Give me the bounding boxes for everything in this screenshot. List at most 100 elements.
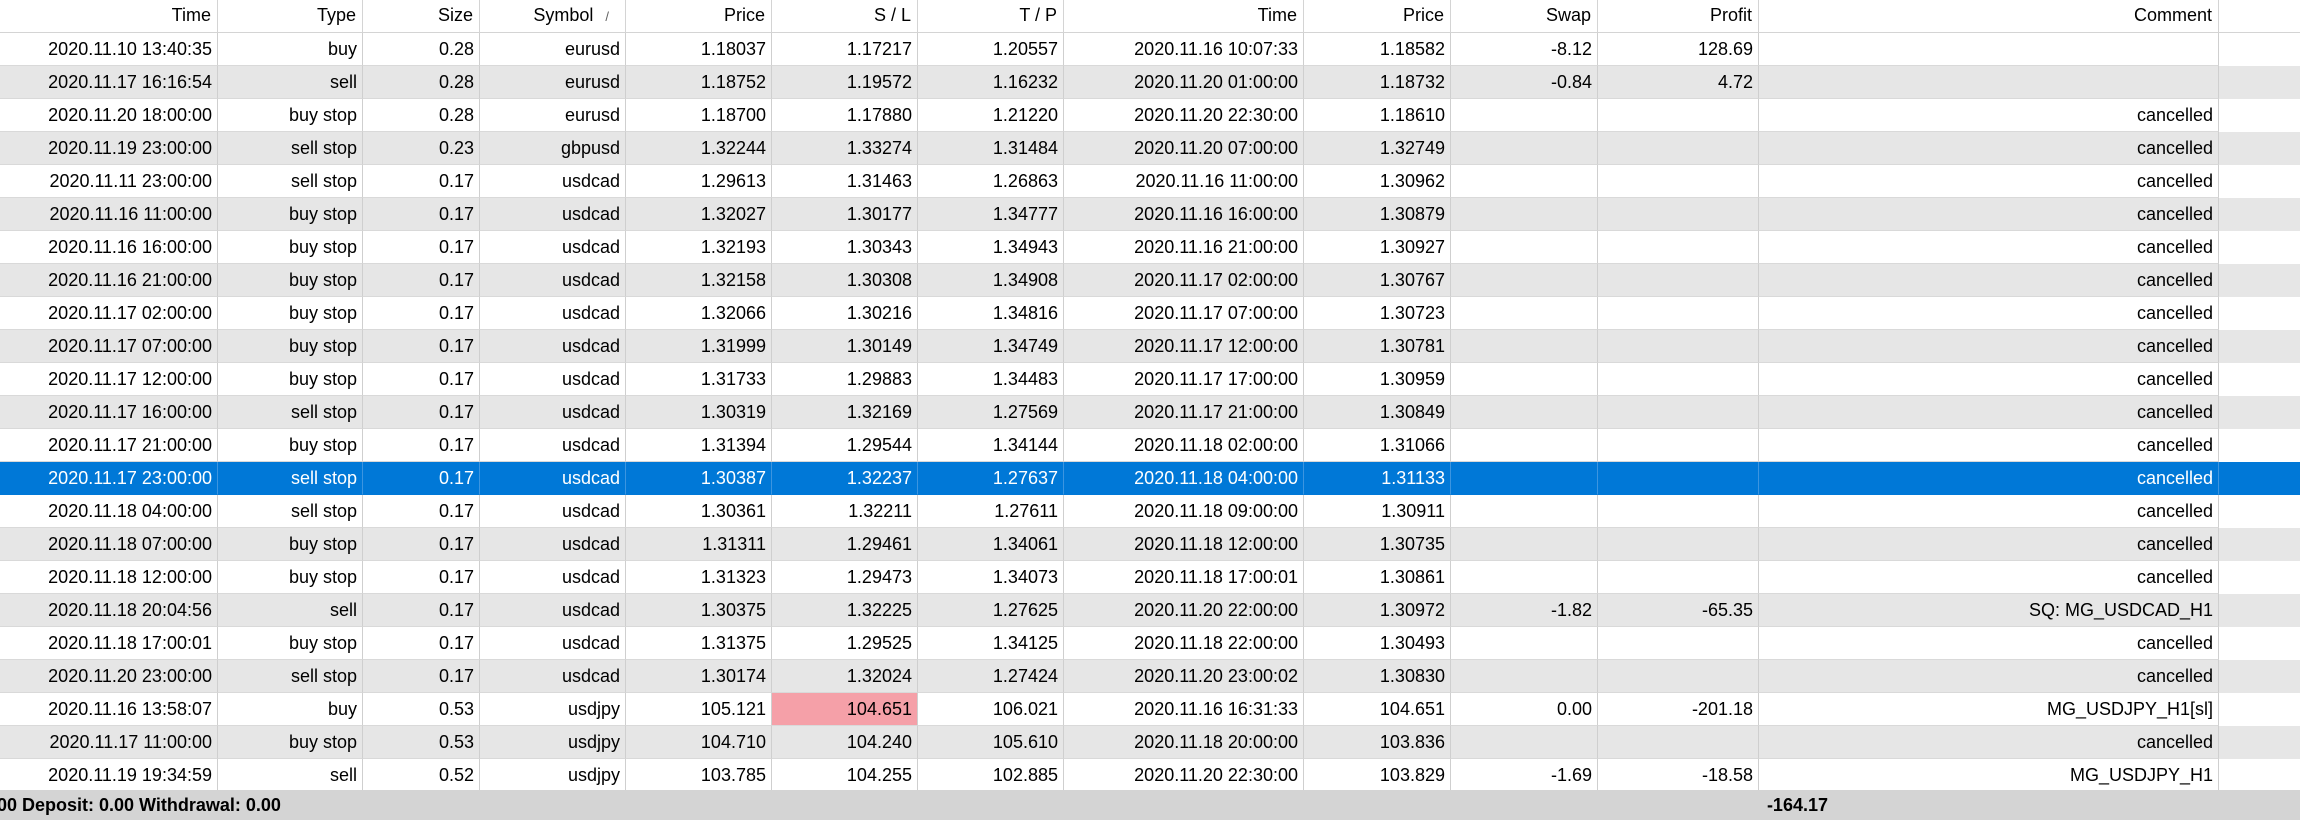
cell-size: 0.17 bbox=[363, 330, 480, 363]
cell-open-time: 2020.11.10 13:40:35 bbox=[0, 33, 218, 66]
trade-history-table[interactable]: Time Type Size Symbol / Price S / L T / P Time Pr… bbox=[0, 0, 2300, 820]
cell-take-profit: 1.34073 bbox=[918, 561, 1064, 594]
cell-profit bbox=[1598, 231, 1759, 264]
cell-symbol: usdcad bbox=[480, 429, 626, 462]
table-row[interactable]: 2020.11.10 13:40:35 buy 0.28 eurusd 1.18037 1… bbox=[0, 33, 2300, 66]
cell-swap bbox=[1451, 528, 1598, 561]
cell-open-price: 1.32066 bbox=[626, 297, 772, 330]
table-row[interactable]: 2020.11.18 07:00:00 buy stop 0.17 usdcad 1.3… bbox=[0, 528, 2300, 561]
column-header-close-time[interactable]: Time bbox=[1064, 0, 1304, 32]
column-header-label: S / L bbox=[873, 5, 911, 25]
cell-open-price: 1.29613 bbox=[626, 165, 772, 198]
column-header-stop-loss[interactable]: S / L bbox=[772, 0, 918, 32]
cell-comment: cancelled bbox=[1759, 330, 2219, 363]
table-row[interactable]: 2020.11.18 17:00:01 buy stop 0.17 usdcad 1.3… bbox=[0, 627, 2300, 660]
column-header-type[interactable]: Type bbox=[218, 0, 363, 32]
column-header-open-time[interactable]: Time bbox=[0, 0, 218, 32]
cell-type: buy stop bbox=[218, 726, 363, 759]
cell-open-price: 1.18700 bbox=[626, 99, 772, 132]
column-header-size[interactable]: Size bbox=[363, 0, 480, 32]
table-row[interactable]: 2020.11.20 23:00:00 sell stop 0.17 usdcad 1.… bbox=[0, 660, 2300, 693]
table-row[interactable]: 2020.11.17 16:16:54 sell 0.28 eurusd 1.18752… bbox=[0, 66, 2300, 99]
cell-take-profit: 1.20557 bbox=[918, 33, 1064, 66]
cell-take-profit: 1.34483 bbox=[918, 363, 1064, 396]
cell-comment: MG_USDJPY_H1[sl] bbox=[1759, 693, 2219, 726]
column-header-profit[interactable]: Profit bbox=[1598, 0, 1759, 32]
cell-close-time: 2020.11.18 20:00:00 bbox=[1064, 726, 1304, 759]
cell-profit bbox=[1598, 297, 1759, 330]
cell-take-profit: 1.27424 bbox=[918, 660, 1064, 693]
cell-close-price: 1.18732 bbox=[1304, 66, 1451, 99]
table-row[interactable]: 2020.11.16 21:00:00 buy stop 0.17 usdcad 1.3… bbox=[0, 264, 2300, 297]
cell-size: 0.52 bbox=[363, 759, 480, 792]
table-row[interactable]: 2020.11.19 23:00:00 sell stop 0.23 gbpusd 1.… bbox=[0, 132, 2300, 165]
cell-take-profit: 1.27611 bbox=[918, 495, 1064, 528]
table-row-selected[interactable]: 2020.11.17 23:00:00 sell stop 0.17 usdcad 1.… bbox=[0, 462, 2300, 495]
cell-close-price: 1.30849 bbox=[1304, 396, 1451, 429]
cell-comment: cancelled bbox=[1759, 297, 2219, 330]
cell-open-price: 1.31311 bbox=[626, 528, 772, 561]
column-header-symbol[interactable]: Symbol / bbox=[480, 0, 626, 32]
cell-close-time: 2020.11.16 16:31:33 bbox=[1064, 693, 1304, 726]
cell-size: 0.23 bbox=[363, 132, 480, 165]
cell-stop-loss: 1.29473 bbox=[772, 561, 918, 594]
cell-type: sell bbox=[218, 759, 363, 792]
cell-stop-loss: 1.31463 bbox=[772, 165, 918, 198]
cell-profit bbox=[1598, 396, 1759, 429]
table-row[interactable]: 2020.11.16 16:00:00 buy stop 0.17 usdcad 1.3… bbox=[0, 231, 2300, 264]
cell-size: 0.28 bbox=[363, 66, 480, 99]
cell-comment: cancelled bbox=[1759, 528, 2219, 561]
cell-type: sell stop bbox=[218, 660, 363, 693]
cell-profit: -65.35 bbox=[1598, 594, 1759, 627]
cell-type: buy stop bbox=[218, 99, 363, 132]
cell-open-time: 2020.11.18 17:00:01 bbox=[0, 627, 218, 660]
cell-swap bbox=[1451, 330, 1598, 363]
table-row[interactable]: 2020.11.19 19:34:59 sell 0.52 usdjpy 103.785… bbox=[0, 759, 2300, 792]
column-header-close-price[interactable]: Price bbox=[1304, 0, 1451, 32]
table-row[interactable]: 2020.11.20 18:00:00 buy stop 0.28 eurusd 1.1… bbox=[0, 99, 2300, 132]
cell-symbol: usdcad bbox=[480, 165, 626, 198]
cell-stop-loss: 1.33274 bbox=[772, 132, 918, 165]
table-row[interactable]: 2020.11.11 23:00:00 sell stop 0.17 usdcad 1.… bbox=[0, 165, 2300, 198]
column-header-label: Symbol bbox=[533, 5, 594, 25]
cell-open-time: 2020.11.18 04:00:00 bbox=[0, 495, 218, 528]
column-header-comment[interactable]: Comment bbox=[1759, 0, 2219, 32]
table-row[interactable]: 2020.11.17 07:00:00 buy stop 0.17 usdcad 1.3… bbox=[0, 330, 2300, 363]
table-row[interactable]: 2020.11.16 13:58:07 buy 0.53 usdjpy 105.121 1… bbox=[0, 693, 2300, 726]
cell-close-time: 2020.11.17 02:00:00 bbox=[1064, 264, 1304, 297]
column-header-open-price[interactable]: Price bbox=[626, 0, 772, 32]
table-row[interactable]: 2020.11.18 20:04:56 sell 0.17 usdcad 1.30375… bbox=[0, 594, 2300, 627]
column-header-take-profit[interactable]: T / P bbox=[918, 0, 1064, 32]
cell-swap bbox=[1451, 627, 1598, 660]
cell-open-time: 2020.11.17 23:00:00 bbox=[0, 462, 218, 495]
table-row[interactable]: 2020.11.17 21:00:00 buy stop 0.17 usdcad 1.3… bbox=[0, 429, 2300, 462]
cell-size: 0.53 bbox=[363, 693, 480, 726]
cell-close-time: 2020.11.16 21:00:00 bbox=[1064, 231, 1304, 264]
cell-close-time: 2020.11.20 01:00:00 bbox=[1064, 66, 1304, 99]
cell-close-price: 1.30493 bbox=[1304, 627, 1451, 660]
cell-close-time: 2020.11.18 02:00:00 bbox=[1064, 429, 1304, 462]
table-row[interactable]: 2020.11.18 04:00:00 sell stop 0.17 usdcad 1.… bbox=[0, 495, 2300, 528]
cell-type: buy stop bbox=[218, 429, 363, 462]
table-row[interactable]: 2020.11.17 02:00:00 buy stop 0.17 usdcad 1.3… bbox=[0, 297, 2300, 330]
cell-size: 0.17 bbox=[363, 561, 480, 594]
cell-size: 0.17 bbox=[363, 297, 480, 330]
cell-comment: cancelled bbox=[1759, 561, 2219, 594]
cell-profit bbox=[1598, 495, 1759, 528]
table-row[interactable]: 2020.11.16 11:00:00 buy stop 0.17 usdcad 1.3… bbox=[0, 198, 2300, 231]
cell-swap bbox=[1451, 363, 1598, 396]
column-header-swap[interactable]: Swap bbox=[1451, 0, 1598, 32]
cell-swap: -1.82 bbox=[1451, 594, 1598, 627]
table-row[interactable]: 2020.11.17 11:00:00 buy stop 0.53 usdjpy 104… bbox=[0, 726, 2300, 759]
table-row[interactable]: 2020.11.18 12:00:00 buy stop 0.17 usdcad 1.3… bbox=[0, 561, 2300, 594]
cell-take-profit: 1.26863 bbox=[918, 165, 1064, 198]
cell-take-profit: 1.27625 bbox=[918, 594, 1064, 627]
cell-profit bbox=[1598, 660, 1759, 693]
cell-type: buy stop bbox=[218, 528, 363, 561]
cell-profit bbox=[1598, 198, 1759, 231]
cell-open-time: 2020.11.17 12:00:00 bbox=[0, 363, 218, 396]
table-row[interactable]: 2020.11.17 16:00:00 sell stop 0.17 usdcad 1.… bbox=[0, 396, 2300, 429]
table-row[interactable]: 2020.11.17 12:00:00 buy stop 0.17 usdcad 1.3… bbox=[0, 363, 2300, 396]
cell-profit bbox=[1598, 627, 1759, 660]
cell-size: 0.17 bbox=[363, 165, 480, 198]
